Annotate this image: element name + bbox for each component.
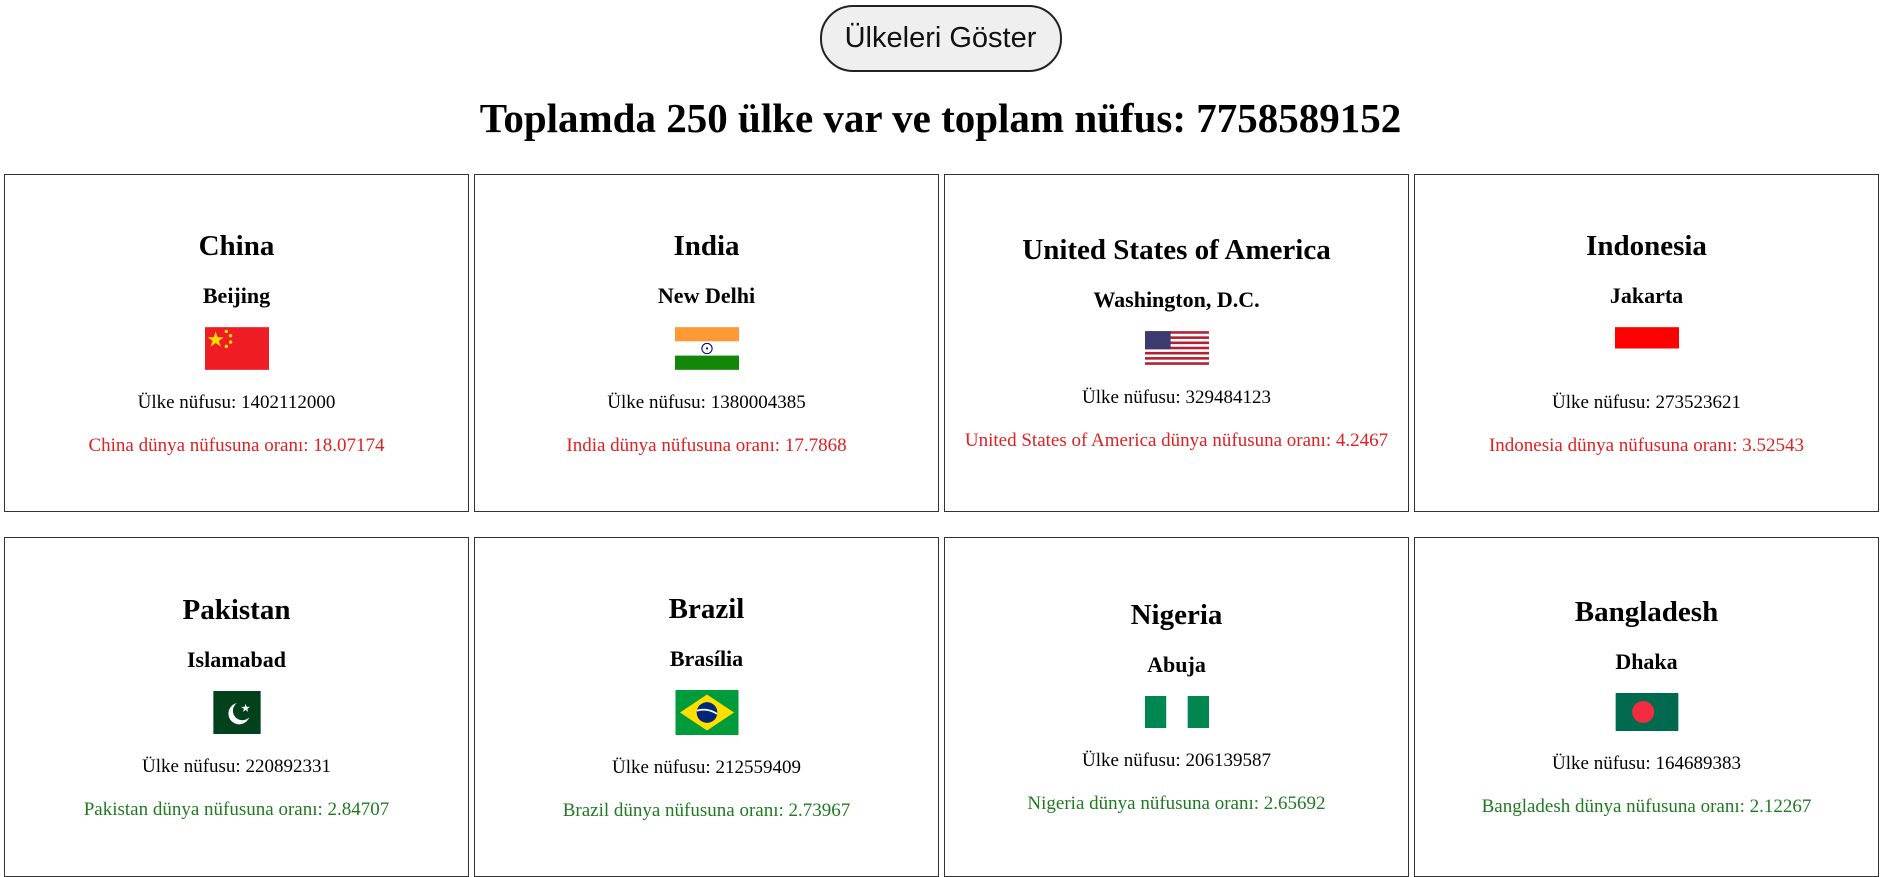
country-card: Indonesia Jakarta Ülke nüfusu: 273523621… [1414, 174, 1879, 512]
country-population-ratio: United States of America dünya nüfusuna … [964, 430, 1389, 451]
country-name: Brazil [668, 592, 745, 625]
show-countries-button[interactable]: Ülkeleri Göster [819, 5, 1062, 72]
bangladesh-flag-icon [1615, 693, 1678, 731]
country-population-ratio: Bangladesh dünya nüfusuna oranı: 2.12267 [1481, 796, 1812, 817]
country-card: Brazil Brasília Ülke nüfusu: 212559409 B… [474, 537, 939, 877]
country-capital: New Delhi [657, 282, 756, 308]
country-capital: Beijing [202, 282, 271, 308]
country-capital: Dhaka [1615, 649, 1678, 674]
country-card: Pakistan Islamabad Ülke nüfusu: 22089233… [4, 537, 469, 877]
country-card: Bangladesh Dhaka Ülke nüfusu: 164689383 … [1414, 537, 1879, 877]
country-capital: Abuja [1147, 652, 1206, 677]
country-card: United States of America Washington, D.C… [944, 174, 1409, 512]
summary-heading: Toplamda 250 ülke var ve toplam nüfus: 7… [479, 95, 1402, 141]
country-name: Indonesia [1586, 229, 1707, 262]
china-flag-icon [204, 326, 269, 370]
country-name: India [673, 229, 740, 262]
country-grid: China Beijing Ülke nüfusu: 1402112000 Ch… [4, 174, 1879, 877]
country-capital: Washington, D.C. [1093, 287, 1260, 312]
country-population-ratio: India dünya nüfusuna oranı: 17.7868 [566, 434, 847, 456]
country-name: China [198, 229, 275, 262]
country-population: Ülke nüfusu: 273523621 [1552, 391, 1741, 413]
country-name: Pakistan [182, 593, 291, 626]
brazil-flag-icon [675, 689, 738, 735]
country-population: Ülke nüfusu: 1402112000 [137, 391, 336, 413]
country-name: Bangladesh [1574, 596, 1719, 628]
country-population-ratio: China dünya nüfusuna oranı: 18.07174 [88, 434, 385, 456]
country-card: China Beijing Ülke nüfusu: 1402112000 Ch… [4, 174, 469, 512]
country-population-ratio: Pakistan dünya nüfusuna oranı: 2.84707 [83, 798, 390, 820]
india-flag-icon [674, 326, 739, 370]
country-population-ratio: Brazil dünya nüfusuna oranı: 2.73967 [562, 799, 851, 821]
header: Ülkeleri Göster Toplamda 250 ülke var ve… [0, 0, 1881, 141]
nigeria-flag-icon [1144, 696, 1209, 728]
country-population-ratio: Indonesia dünya nüfusuna oranı: 3.52543 [1488, 434, 1805, 456]
indonesia-flag-icon [1614, 326, 1679, 370]
country-population: Ülke nüfusu: 220892331 [142, 755, 331, 777]
country-card: India New Delhi Ülke nüfusu: 1380004385 … [474, 174, 939, 512]
country-card: Nigeria Abuja Ülke nüfusu: 206139587 Nig… [944, 537, 1409, 877]
country-population: Ülke nüfusu: 1380004385 [607, 391, 806, 413]
country-name: Nigeria [1130, 599, 1223, 631]
country-population-ratio: Nigeria dünya nüfusuna oranı: 2.65692 [1027, 793, 1326, 814]
country-capital: Islamabad [186, 646, 287, 672]
country-capital: Brasília [669, 645, 744, 671]
country-population: Ülke nüfusu: 164689383 [1552, 753, 1741, 774]
usa-flag-icon [1144, 331, 1209, 365]
country-name: United States of America [1022, 234, 1331, 266]
pakistan-flag-icon [212, 690, 261, 734]
country-population: Ülke nüfusu: 206139587 [1082, 750, 1271, 771]
country-population: Ülke nüfusu: 212559409 [612, 756, 801, 778]
country-capital: Jakarta [1609, 282, 1684, 308]
country-population: Ülke nüfusu: 329484123 [1082, 387, 1271, 408]
